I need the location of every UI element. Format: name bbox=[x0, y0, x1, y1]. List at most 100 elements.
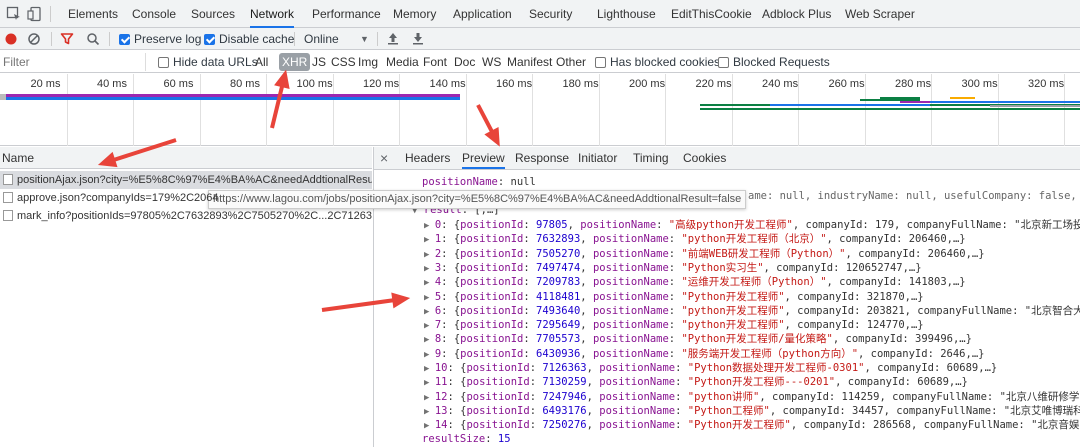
result-item-row[interactable]: ▶ 10: {positionId: 7126363, positionName… bbox=[424, 361, 997, 375]
result-item-row[interactable]: ▶ 14: {positionId: 7250276, positionName… bbox=[424, 418, 1080, 432]
tab-console[interactable]: Console bbox=[132, 0, 176, 27]
row-rest: , companyId: 141803,…} bbox=[826, 276, 966, 289]
triangle-right-icon: ▶ bbox=[424, 278, 435, 289]
result-item-row[interactable]: ▶ 3: {positionId: 7497474, positionName:… bbox=[424, 261, 922, 275]
download-icon[interactable] bbox=[412, 31, 424, 47]
punct: : bbox=[675, 390, 688, 403]
filter-type-img[interactable]: Img bbox=[355, 53, 381, 71]
tab-performance[interactable]: Performance bbox=[312, 0, 381, 27]
filter-icon[interactable] bbox=[60, 31, 74, 47]
tab-web-scraper[interactable]: Web Scraper bbox=[845, 0, 915, 27]
filter-type-xhr[interactable]: XHR bbox=[279, 53, 311, 71]
record-icon[interactable] bbox=[4, 31, 18, 47]
position-id: 6493176 bbox=[542, 404, 587, 417]
preview-panel[interactable]: positionName: null ame: null, industryNa… bbox=[374, 170, 1080, 447]
tab-sources[interactable]: Sources bbox=[191, 0, 235, 27]
request-row[interactable]: positionAjax.json?city=%E5%8C%97%E4%BA%A… bbox=[0, 171, 372, 189]
result-item-row[interactable]: ▶ 6: {positionId: 7493640, positionName:… bbox=[424, 304, 1080, 318]
tab-elements[interactable]: Elements bbox=[68, 0, 118, 27]
waterfall-bar bbox=[990, 105, 1080, 107]
filter-type-ws[interactable]: WS bbox=[479, 53, 504, 71]
file-icon bbox=[3, 210, 13, 221]
filter-type-all[interactable]: All bbox=[252, 53, 271, 71]
preserve-log-checkbox[interactable]: Preserve log bbox=[119, 31, 201, 47]
result-item-row[interactable]: ▶ 12: {positionId: 7247946, positionName… bbox=[424, 390, 1080, 404]
triangle-right-icon: ▶ bbox=[424, 392, 435, 403]
tab-network[interactable]: Network bbox=[250, 0, 295, 28]
position-name: "高级python开发工程师" bbox=[668, 219, 793, 231]
filter-input[interactable] bbox=[0, 53, 146, 71]
result-item-row[interactable]: ▶ 11: {positionId: 7130259, positionName… bbox=[424, 375, 968, 389]
result-item-row[interactable]: ▶ 1: {positionId: 7632893, positionName:… bbox=[424, 232, 966, 246]
punct: : bbox=[668, 347, 682, 360]
key-position-name: positionName bbox=[592, 347, 669, 360]
inspect-element-icon[interactable] bbox=[6, 6, 22, 22]
filter-type-doc[interactable]: Doc bbox=[451, 53, 478, 71]
key-position-id: positionId bbox=[460, 233, 524, 246]
triangle-right-icon: ▶ bbox=[424, 364, 435, 374]
disable-cache-checkbox[interactable]: Disable cache bbox=[204, 31, 294, 47]
punct: : bbox=[523, 276, 537, 289]
device-toolbar-icon[interactable] bbox=[27, 6, 43, 22]
position-id: 6430936 bbox=[536, 347, 581, 360]
waterfall-bar bbox=[0, 94, 6, 100]
key-position-id: positionId bbox=[460, 219, 524, 231]
filter-type-js[interactable]: JS bbox=[309, 53, 329, 71]
punct: , bbox=[586, 376, 600, 389]
tab-security[interactable]: Security bbox=[529, 0, 572, 27]
tab-cookies[interactable]: Cookies bbox=[683, 147, 726, 168]
result-item-row[interactable]: ▶ 2: {positionId: 7505270, positionName:… bbox=[424, 247, 985, 261]
close-icon[interactable]: × bbox=[380, 147, 388, 168]
result-item-row[interactable]: ▶ 0: {positionId: 97805, positionName: "… bbox=[424, 218, 1080, 232]
tab-application[interactable]: Application bbox=[453, 0, 512, 27]
key-position-name: positionName bbox=[599, 362, 676, 374]
filter-type-font[interactable]: Font bbox=[420, 53, 450, 71]
request-row[interactable]: mark_info?positionIds=97805%2C7632893%2C… bbox=[0, 207, 372, 225]
waterfall-bar bbox=[880, 97, 920, 99]
result-item-row[interactable]: ▶ 5: {positionId: 4118481, positionName:… bbox=[424, 290, 924, 304]
position-id: 7705573 bbox=[536, 333, 581, 346]
key-position-id: positionId bbox=[466, 362, 530, 374]
tab-headers[interactable]: Headers bbox=[405, 147, 450, 168]
clear-icon[interactable] bbox=[27, 31, 41, 47]
request-row[interactable]: approve.json?companyIds=179%2C2064 bbox=[0, 189, 372, 207]
checkbox-checked-icon bbox=[119, 34, 130, 45]
throttle-select[interactable]: Online ▼ bbox=[304, 31, 369, 47]
filter-type-media[interactable]: Media bbox=[383, 53, 422, 71]
position-name: "python讲师" bbox=[687, 390, 760, 403]
checkbox-unchecked-icon bbox=[158, 57, 169, 68]
filter-type-manifest[interactable]: Manifest bbox=[504, 53, 555, 71]
hide-data-urls-checkbox[interactable]: Hide data URLs bbox=[158, 54, 258, 70]
key-position-name: positionName bbox=[592, 233, 669, 246]
has-blocked-cookies-checkbox[interactable]: Has blocked cookies bbox=[595, 54, 720, 70]
search-icon[interactable] bbox=[86, 31, 100, 47]
punct: : bbox=[523, 319, 537, 332]
name-column-header[interactable]: Name bbox=[0, 147, 372, 169]
waterfall-bar bbox=[770, 104, 930, 106]
timeline-tick-label: 240 ms bbox=[762, 78, 799, 90]
truncated-line: ame: null, industryName: null, usefulCom… bbox=[748, 190, 1080, 202]
blocked-requests-checkbox[interactable]: Blocked Requests bbox=[718, 54, 830, 70]
upload-icon[interactable] bbox=[387, 31, 399, 47]
punct: : bbox=[523, 219, 537, 231]
result-item-row[interactable]: ▶ 4: {positionId: 7209783, positionName:… bbox=[424, 275, 966, 289]
tab-initiator[interactable]: Initiator bbox=[578, 147, 617, 168]
tab-memory[interactable]: Memory bbox=[393, 0, 436, 27]
waterfall-overview[interactable]: 20 ms 40 ms 60 ms 80 ms 100 ms 120 ms 140 ms 16… bbox=[0, 74, 1080, 146]
result-item-row[interactable]: ▶ 13: {positionId: 6493176, positionName… bbox=[424, 404, 1080, 418]
result-item-row[interactable]: ▶ 7: {positionId: 7295649, positionName:… bbox=[424, 318, 924, 332]
result-item-row[interactable]: ▶ 8: {positionId: 7705573, positionName:… bbox=[424, 332, 972, 346]
punct: : { bbox=[441, 219, 461, 231]
tab-editthiscookie[interactable]: EditThisCookie bbox=[671, 0, 752, 27]
tab-timing[interactable]: Timing bbox=[633, 147, 669, 168]
result-item-row[interactable]: ▶ 9: {positionId: 6430936, positionName:… bbox=[424, 347, 984, 361]
tab-lighthouse[interactable]: Lighthouse bbox=[597, 0, 656, 27]
key-position-name: positionName bbox=[592, 276, 669, 289]
tab-adblock-plus[interactable]: Adblock Plus bbox=[762, 0, 831, 27]
tab-response[interactable]: Response bbox=[515, 147, 569, 168]
tab-preview[interactable]: Preview bbox=[462, 147, 505, 169]
punct: , bbox=[586, 419, 600, 432]
filter-type-other[interactable]: Other bbox=[553, 53, 589, 71]
request-name: positionAjax.json?city=%E5%8C%97%E4%BA%A… bbox=[17, 174, 372, 186]
timeline-gridline bbox=[399, 74, 400, 146]
